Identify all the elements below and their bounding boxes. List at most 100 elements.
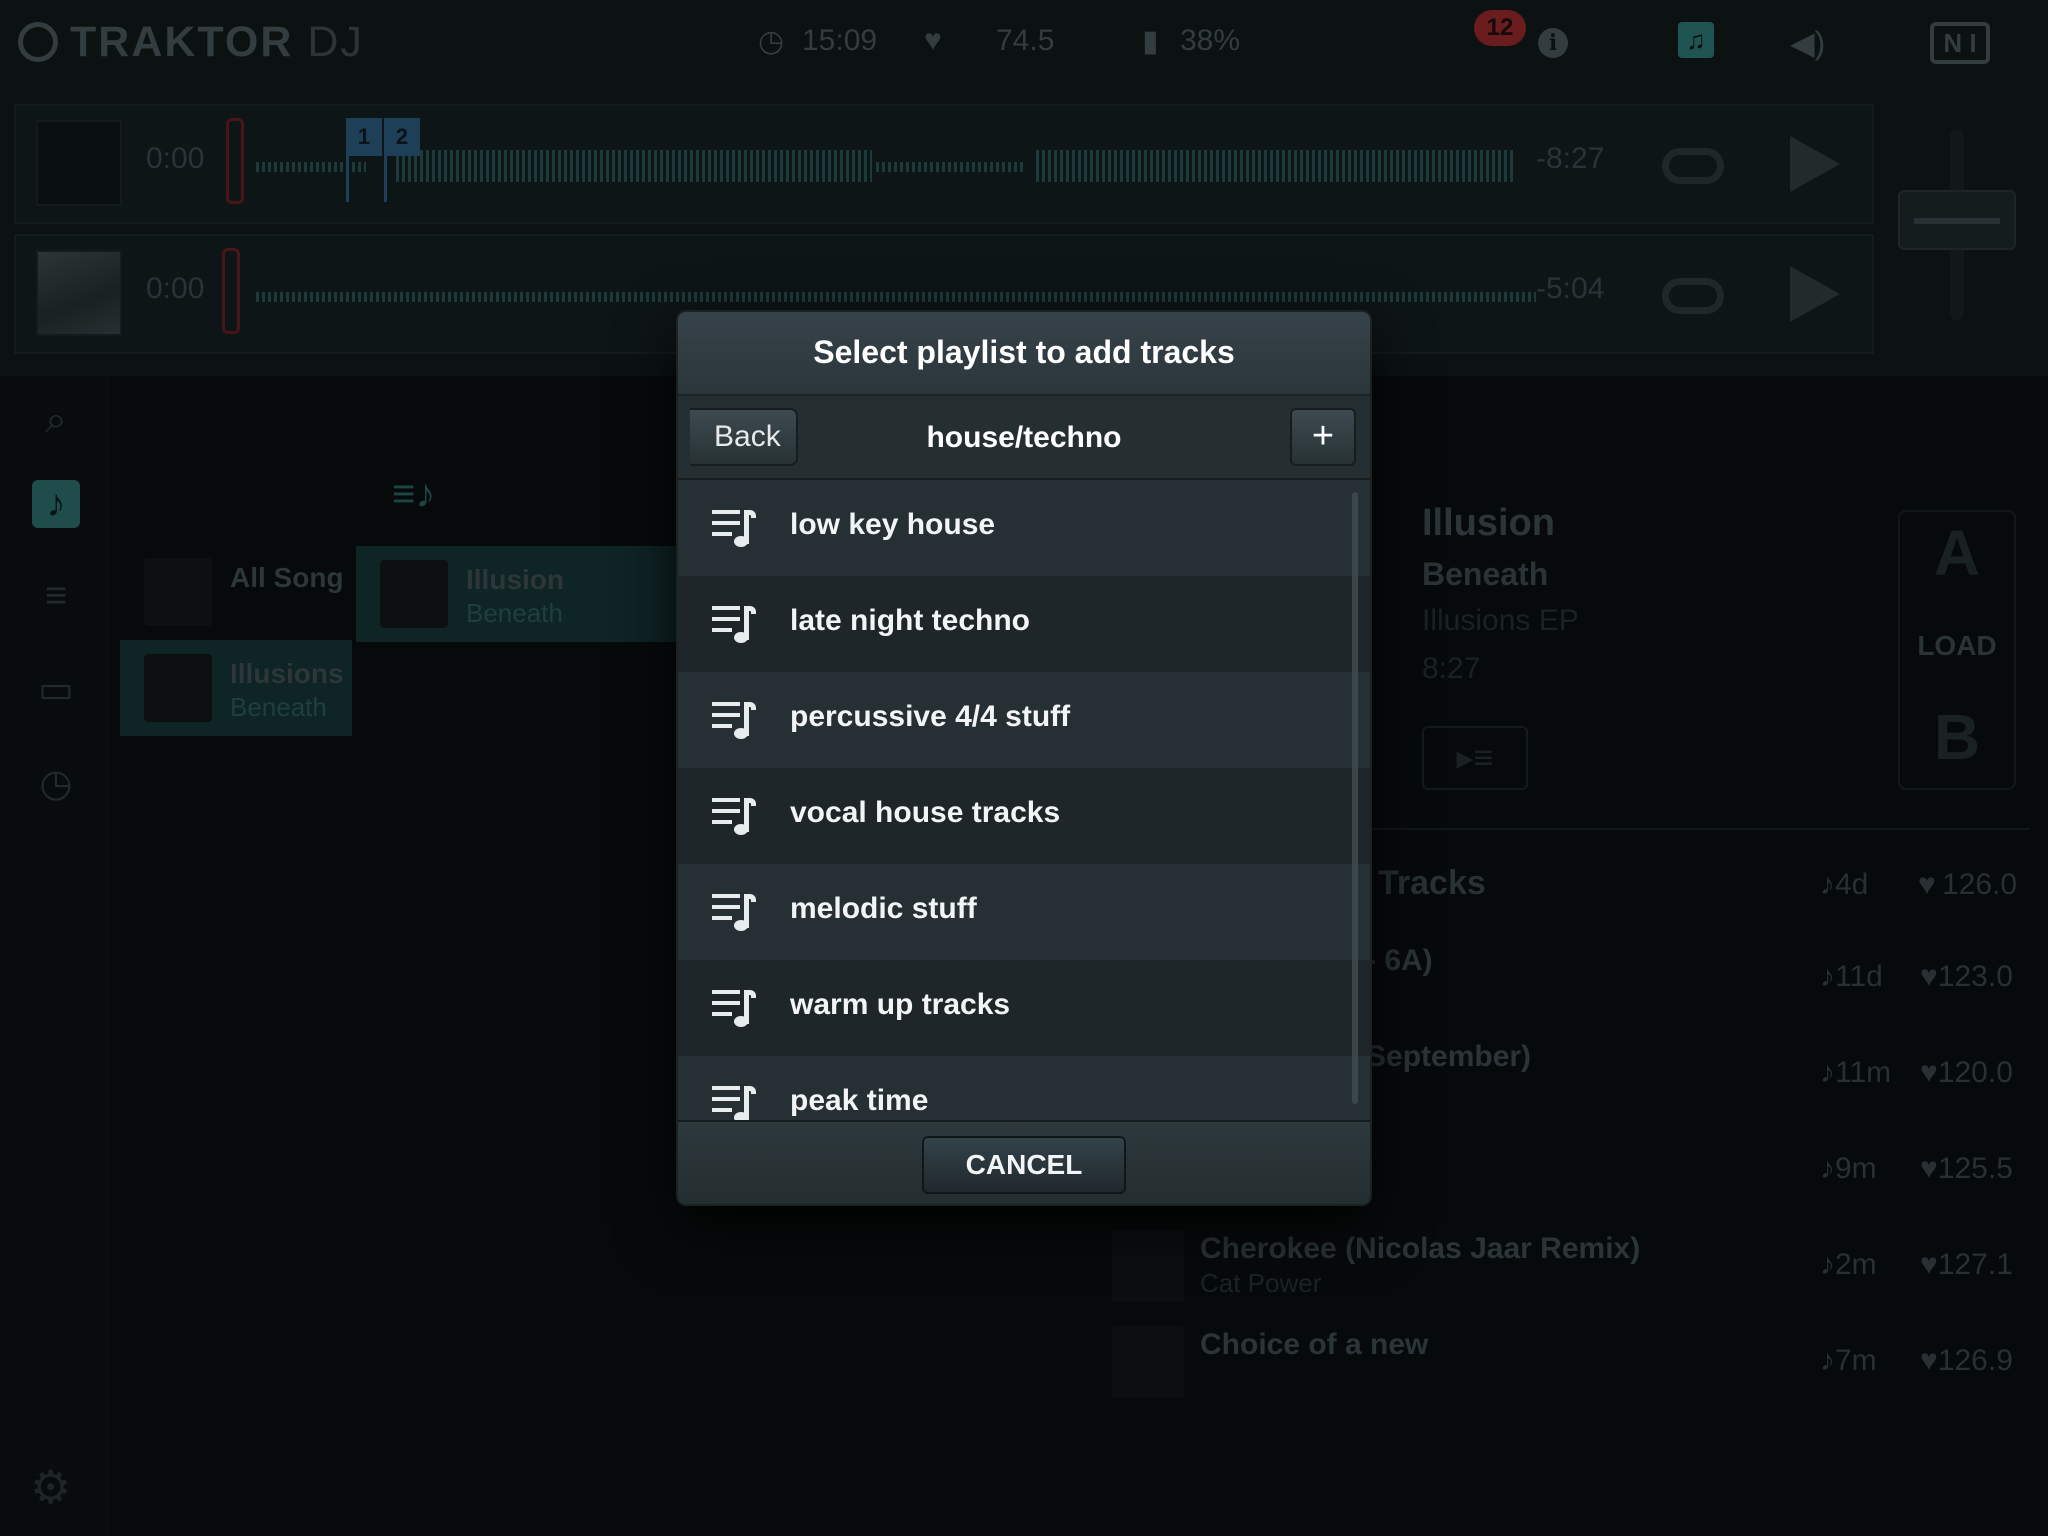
playlist-icon [712,798,758,838]
load-label: LOAD [1917,630,1997,661]
app-logo: TRAKTOR DJ [70,18,364,67]
master-bpm: 74.5 [996,24,1055,57]
divider [1370,828,2030,830]
browser-column-artists: All Song Illusions Beneath [120,376,352,1536]
loop-icon[interactable] [1662,148,1724,184]
tracks-header-age: ♪4d [1820,868,1869,901]
speaker-icon[interactable]: ◀) [1790,24,1825,62]
play-icon[interactable] [1790,266,1840,322]
cue-point-2[interactable]: 2 [384,118,420,156]
history-icon[interactable]: ◷ [32,760,80,808]
playlist-icon [712,990,758,1030]
deck-b-remaining: -5:04 [1536,272,1605,305]
list-item-title: Illusion [466,564,564,595]
dialog-nav-bar: Back house/techno + [678,396,1370,480]
sidebar: ⌕ ♪ ≡ ▭ ◷ [0,376,110,1536]
crate-icon[interactable]: ▭ [32,666,80,714]
deck-a-time: 0:00 [146,142,205,175]
playlist-icon [712,510,758,550]
deck-b-time: 0:00 [146,272,205,305]
notification-badge[interactable]: 12 [1474,10,1526,46]
add-to-playlist-icon[interactable]: ▸≡ [1422,726,1528,790]
top-bar: TRAKTOR DJ ◷ 15:09 ♥ 74.5 ▮ 38% 12 i ♫ ◀… [0,0,2048,86]
list-item-subtitle: Beneath [466,598,563,628]
table-row[interactable]: Choice of a new ♪7m ♥126.9 [1100,1314,2030,1404]
track-thumbnail [1112,1326,1184,1398]
info-icon[interactable]: i [1538,28,1568,58]
track-name: September) [1366,1040,1532,1073]
list-item[interactable]: Illusions Beneath [120,640,352,736]
deck-b-playhead[interactable] [222,248,240,334]
list-item[interactable]: All Song [120,544,352,640]
playlist-item-vocal-house-tracks[interactable]: vocal house tracks [678,768,1370,864]
search-icon[interactable]: ⌕ [32,396,80,444]
track-age: ♪2m [1820,1248,1877,1281]
track-thumbnail [1112,1230,1184,1302]
track-name: Choice of a new [1200,1328,1429,1361]
load-deck-a-button[interactable]: A [1898,516,2016,590]
playlist-item-warm-up-tracks[interactable]: warm up tracks [678,960,1370,1056]
app-suffix: DJ [307,18,364,66]
deck-a-waveform-outro [1036,150,1516,182]
list-item-thumbnail [380,560,448,628]
playlist-item-low-key-house[interactable]: low key house [678,480,1370,576]
track-artist: Cat Power [1200,1268,1322,1298]
track-bpm-value: 127.1 [1937,1248,2013,1281]
deck-a-waveform-intro [256,162,366,172]
playlist-label: peak time [790,1084,929,1117]
playlist-icon [712,1086,758,1120]
track-bpm: ♥120.0 [1920,1056,2013,1089]
track-age: ♪7m [1820,1344,1877,1377]
clock-icon: ◷ [758,25,785,58]
playlist-item-melodic-stuff[interactable]: melodic stuff [678,864,1370,960]
playlist-item-percussive-4-4-stuff[interactable]: percussive 4/4 stuff [678,672,1370,768]
track-age: ♪11d [1820,960,1883,993]
list-item[interactable]: Illusion Beneath [356,546,676,642]
crossfader-knob[interactable] [1898,190,2016,250]
deck-b-waveform [256,292,1536,302]
playlist-icon [712,702,758,742]
add-playlist-button[interactable]: + [1290,408,1356,466]
tracks-header: Tracks [1378,864,1486,902]
playlist-item-late-night-techno[interactable]: late night techno [678,576,1370,672]
playlist-item-peak-time[interactable]: peak time [678,1056,1370,1120]
music-note-icon[interactable]: ♪ [32,480,80,528]
gear-icon[interactable]: ⚙ [30,1460,71,1514]
track-bpm: ♥126.9 [1920,1344,2013,1377]
playlist-label: percussive 4/4 stuff [790,700,1071,733]
list-item-thumbnail [144,558,212,626]
playlist-label: vocal house tracks [790,796,1061,829]
deck-a-playhead[interactable] [226,118,244,204]
detail-album: Illusions EP [1422,604,1579,637]
deck-a-remaining: -8:27 [1536,142,1605,175]
music-note-icon[interactable]: ♫ [1678,22,1714,58]
playlist-label: melodic stuff [790,892,977,925]
cue-point-1[interactable]: 1 [346,118,382,156]
track-bpm-value: 120.0 [1937,1056,2013,1089]
load-deck-b-button[interactable]: B [1898,700,2016,774]
clock-time: 15:09 [802,24,878,57]
ni-logo[interactable]: N I [1930,22,1990,64]
heart-bpm-icon: ♥ [924,24,942,57]
deck-b-cover [36,250,122,336]
heart-bpm-icon: ♥ [1918,868,1936,901]
track-name: Cherokee (Nicolas Jaar Remix) [1200,1232,1641,1265]
detail-title: Illusion [1422,502,1555,544]
track-age: ♪9m [1820,1152,1877,1185]
deck-a-cover [36,120,122,206]
list-item-thumbnail [144,654,212,722]
table-row[interactable]: Cherokee (Nicolas Jaar Remix) Cat Power … [1100,1218,2030,1308]
loop-icon[interactable] [1662,278,1724,314]
back-button[interactable]: Back [690,408,798,466]
cancel-button[interactable]: CANCEL [922,1136,1126,1194]
play-icon[interactable] [1790,136,1840,192]
scrollbar[interactable] [1352,492,1358,1104]
detail-length: 8:27 [1422,652,1481,685]
track-bpm-value: 123.0 [1937,960,2013,993]
dialog-footer: CANCEL [678,1120,1370,1204]
playlist-icon[interactable]: ≡ [32,572,80,620]
playlist-icon: ≡♪ [392,472,436,516]
select-playlist-dialog: Select playlist to add tracks Back house… [678,312,1370,1204]
deck-a[interactable]: 0:00 -8:27 [14,104,1874,224]
browser-column-albums: ≡♪ Illusion Beneath [356,376,676,1536]
